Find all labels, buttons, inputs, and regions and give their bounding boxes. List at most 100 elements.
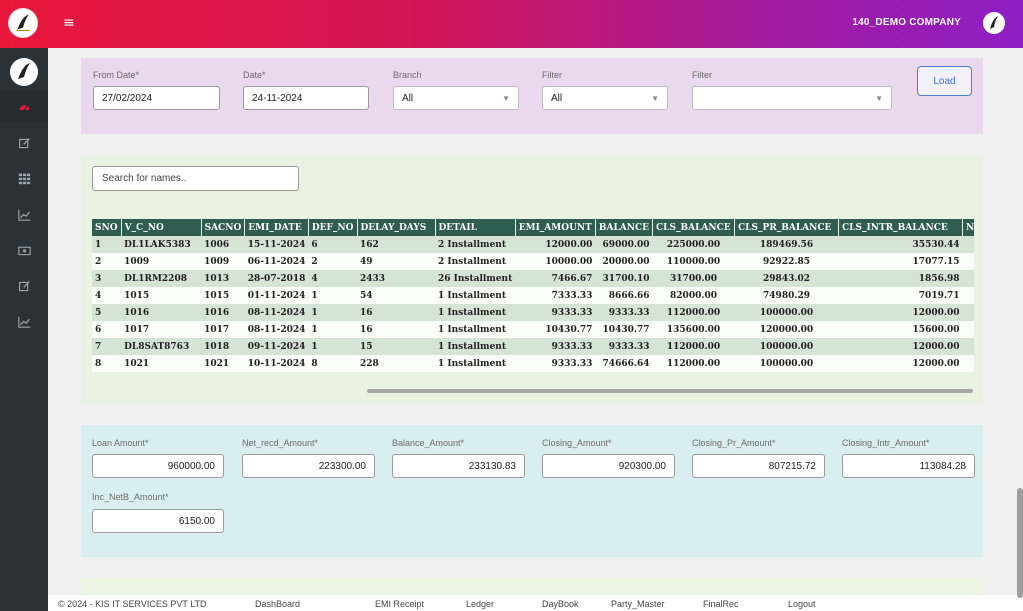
table-cell: 9333.33: [515, 355, 596, 372]
table-cell: 6: [92, 321, 122, 338]
grid-icon[interactable]: [0, 162, 48, 194]
footer-link-emi-receipt[interactable]: EMI Receipt: [375, 599, 424, 609]
dashboard-icon[interactable]: [0, 91, 48, 123]
chart-icon[interactable]: [0, 198, 48, 230]
chevron-down-icon: ▼: [502, 93, 510, 103]
table-row[interactable]: 3 DL1RM2208 1013 28-07-2018 4 2433 26 Installm…: [92, 270, 974, 287]
menu-icon[interactable]: ≡: [63, 15, 79, 31]
table-row[interactable]: 1 DL1LAK5383 1006 15-11-2024 6 162 2 Installme…: [92, 236, 974, 253]
table-cell: [962, 338, 974, 355]
table-cell: 20000.00: [595, 253, 653, 270]
search-input[interactable]: Search for names..: [92, 166, 299, 191]
emi-table: SNO V_C_NO SACNO EMI_DATE DEF_NO DELAY_DAYS DE…: [92, 219, 974, 372]
filter-panel: From Date* 27/02/2024 Date* 24-11-2024 B…: [81, 58, 983, 134]
table-row[interactable]: 6 1017 1017 08-11-2024 1 16 1 Installment 10430…: [92, 321, 974, 338]
loan-amount-field[interactable]: 960000.00: [92, 454, 224, 478]
filter-select-2[interactable]: ▼: [692, 86, 892, 110]
inc-netb-field[interactable]: 6150.00: [92, 509, 224, 533]
company-name: 140_DEMO COMPANY: [852, 17, 961, 28]
table-cell: [962, 304, 974, 321]
table-cell: 7019.71: [838, 287, 963, 304]
table-cell: 09-11-2024: [244, 338, 309, 355]
edit-icon[interactable]: [0, 270, 48, 302]
table-cell: 9333.33: [595, 304, 653, 321]
table-cell: 74666.64: [595, 355, 653, 372]
table-row[interactable]: 4 1015 1015 01-11-2024 1 54 1 Installment 7333.…: [92, 287, 974, 304]
filter-select[interactable]: All ▼: [542, 86, 668, 110]
edit-icon[interactable]: [0, 127, 48, 159]
chevron-down-icon: ▼: [651, 93, 659, 103]
table-cell: 8666.66: [595, 287, 653, 304]
vertical-scrollbar[interactable]: [1017, 488, 1023, 598]
date-field[interactable]: 24-11-2024: [243, 86, 369, 110]
table-cell: 1015: [121, 287, 202, 304]
table-cell: 100000.00: [734, 355, 839, 372]
table-panel: Search for names.. SNO V_C_NO SACNO EMI_DAT…: [81, 155, 983, 403]
chevron-down-icon: ▼: [875, 93, 883, 103]
footer-link-ledger[interactable]: Ledger: [466, 599, 494, 609]
table-cell: [962, 253, 974, 270]
table-cell: 3: [92, 270, 122, 287]
table-header-cell: CLS_INTR_BALANCE: [838, 219, 964, 236]
table-cell: DL8SAT8763: [121, 338, 202, 355]
table-cell: 1018: [201, 338, 245, 355]
net-recd-field[interactable]: 223300.00: [242, 454, 375, 478]
table-cell: 15-11-2024: [244, 236, 309, 253]
footer-link-party-master[interactable]: Party_Master: [611, 599, 665, 609]
table-cell: 26 Installment: [435, 270, 516, 287]
footer-link-finalrec[interactable]: FinalRec: [703, 599, 739, 609]
money-icon[interactable]: [0, 234, 48, 266]
closing-intr-label: Closing_Intr_Amount*: [842, 438, 930, 448]
table-cell: 08-11-2024: [244, 304, 309, 321]
table-cell: 10430.77: [515, 321, 596, 338]
table-cell: 1 Installment: [435, 338, 516, 355]
table-row[interactable]: 5 1016 1016 08-11-2024 1 16 1 Installment 9333.…: [92, 304, 974, 321]
table-header-cell: N: [962, 219, 974, 236]
table-cell: 228: [357, 355, 435, 372]
main-content: From Date* 27/02/2024 Date* 24-11-2024 B…: [48, 48, 1023, 611]
table-cell: 1 Installment: [435, 304, 516, 321]
balance-field[interactable]: 233130.83: [392, 454, 525, 478]
from-date-field[interactable]: 27/02/2024: [93, 86, 220, 110]
branch-label: Branch: [393, 70, 422, 80]
table-cell: 100000.00: [734, 338, 839, 355]
table-header-cell: SACNO: [201, 219, 246, 236]
user-avatar[interactable]: [983, 12, 1005, 34]
table-row[interactable]: 2 1009 1009 06-11-2024 2 49 2 Installment 10000…: [92, 253, 974, 270]
table-cell: 112000.00: [652, 355, 735, 372]
table-cell: 110000.00: [652, 253, 735, 270]
table-row[interactable]: 8 1021 1021 10-11-2024 8 228 1 Installment 9333…: [92, 355, 974, 372]
table-cell: [962, 270, 974, 287]
table-cell: 8: [92, 355, 122, 372]
chart-icon[interactable]: [0, 305, 48, 337]
table-cell: 1: [308, 304, 357, 321]
closing-field[interactable]: 920300.00: [542, 454, 675, 478]
load-button[interactable]: Load: [917, 66, 972, 96]
table-cell: 112000.00: [652, 338, 735, 355]
table-cell: 8: [308, 355, 357, 372]
emi-table-container[interactable]: SNO V_C_NO SACNO EMI_DATE DEF_NO DELAY_DAYS DE…: [92, 219, 974, 395]
footer-link-logout[interactable]: Logout: [788, 599, 816, 609]
table-header-row: SNO V_C_NO SACNO EMI_DATE DEF_NO DELAY_DAYS DE…: [92, 219, 974, 236]
table-cell: 9333.33: [515, 304, 596, 321]
table-cell: 7: [92, 338, 122, 355]
table-header-cell: CLS_PR_BALANCE: [734, 219, 840, 236]
table-cell: 1856.98: [838, 270, 963, 287]
table-cell: 08-11-2024: [244, 321, 309, 338]
table-header-cell: CLS_BALANCE: [652, 219, 736, 236]
table-cell: 1 Installment: [435, 287, 516, 304]
table-cell: DL1LAK5383: [121, 236, 202, 253]
brand-logo[interactable]: [8, 8, 38, 38]
table-row[interactable]: 7 DL8SAT8763 1018 09-11-2024 1 15 1 Installmen…: [92, 338, 974, 355]
horizontal-scrollbar[interactable]: [367, 389, 973, 393]
summary-panel: Loan Amount* 960000.00 Net_recd_Amount* …: [81, 425, 983, 557]
footer-link-dashboard[interactable]: DashBoard: [255, 599, 300, 609]
footer-link-daybook[interactable]: DayBook: [542, 599, 579, 609]
branch-select[interactable]: All ▼: [393, 86, 519, 110]
table-header-cell: BALANCE: [595, 219, 654, 236]
closing-pr-field[interactable]: 807215.72: [692, 454, 825, 478]
table-cell: 82000.00: [652, 287, 735, 304]
closing-intr-field[interactable]: 113084.28: [842, 454, 975, 478]
table-cell: 10000.00: [515, 253, 596, 270]
table-cell: 1017: [121, 321, 202, 338]
